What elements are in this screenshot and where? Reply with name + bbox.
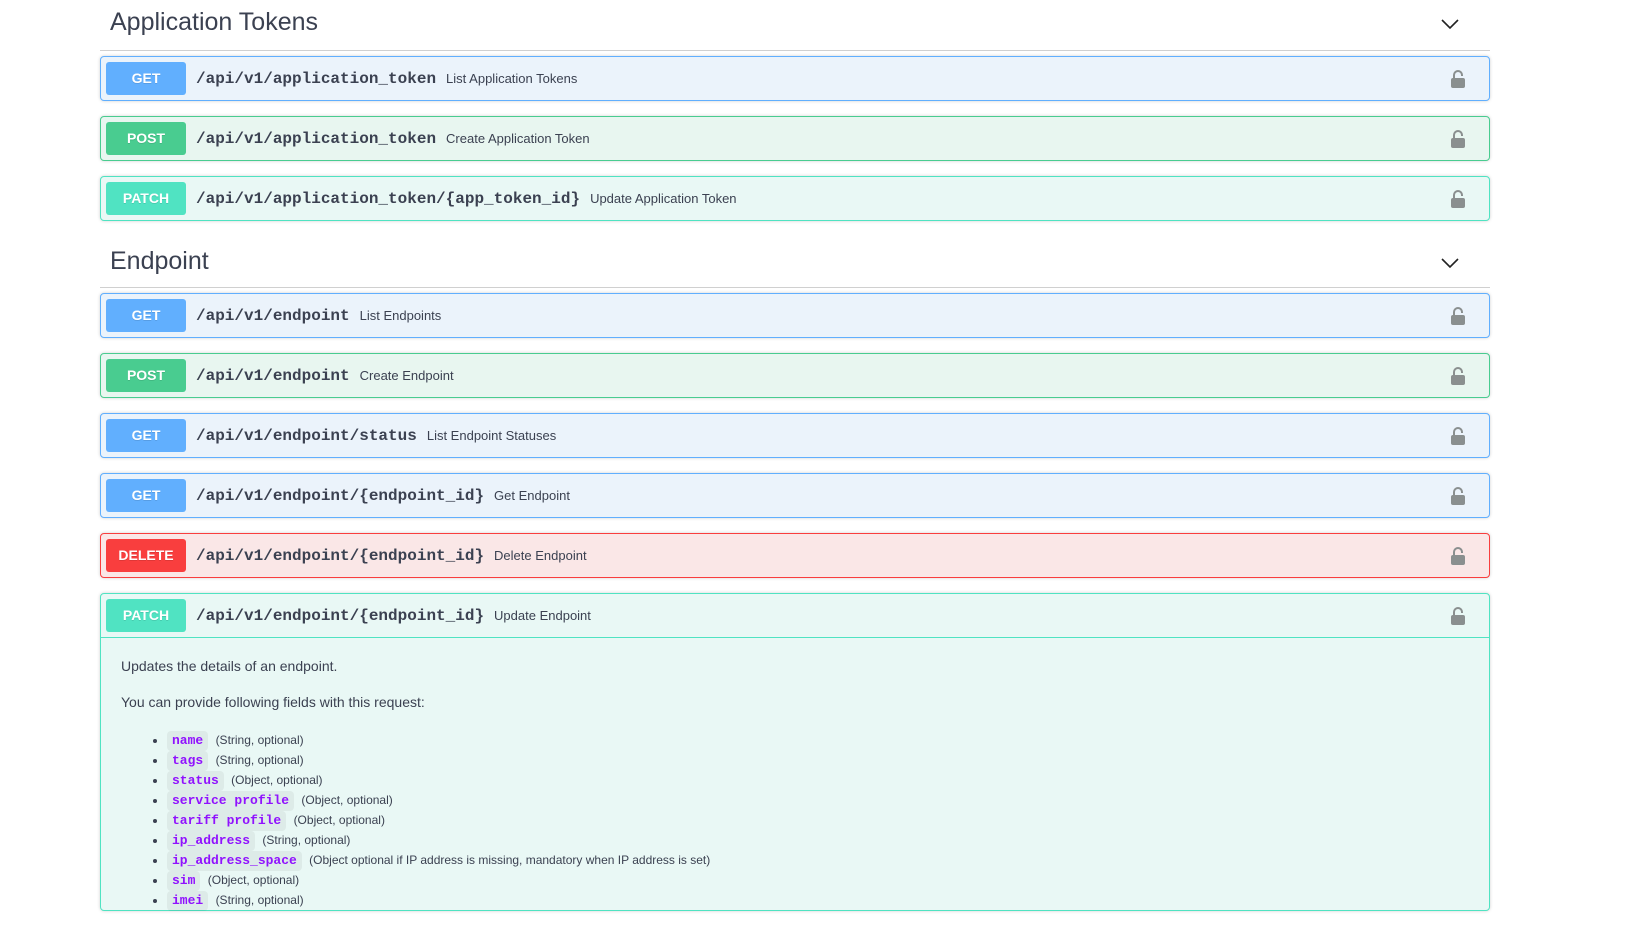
- operation-path: /api/v1/endpoint/status: [196, 426, 417, 445]
- operation-summary: Create Endpoint: [359, 368, 454, 383]
- operation-delete-endpoint: DELETE /api/v1/endpoint/{endpoint_id} De…: [100, 533, 1490, 578]
- operation-header[interactable]: GET /api/v1/endpoint/status List Endpoin…: [101, 414, 1489, 457]
- field-desc: (Object, optional): [293, 813, 385, 827]
- chevron-down-icon[interactable]: [1440, 17, 1460, 31]
- operation-path: /api/v1/endpoint: [196, 366, 350, 385]
- field-item: ip_address (String, optional): [167, 830, 1469, 851]
- section-title: Application Tokens: [110, 8, 319, 36]
- chevron-down-icon[interactable]: [1440, 256, 1460, 270]
- field-desc: (Object, optional): [231, 773, 323, 787]
- method-badge: POST: [106, 359, 186, 392]
- field-name: status: [167, 771, 224, 791]
- field-name: ip_address_space: [167, 851, 302, 871]
- field-name: sim: [167, 871, 201, 891]
- field-desc: (String, optional): [215, 733, 304, 747]
- method-badge: POST: [106, 122, 186, 155]
- section-title: Endpoint: [110, 247, 209, 275]
- field-item: tags (String, optional): [167, 750, 1469, 771]
- method-badge: PATCH: [106, 182, 186, 215]
- method-badge: GET: [106, 62, 186, 95]
- operation-patch-application-token: PATCH /api/v1/application_token/{app_tok…: [100, 176, 1490, 221]
- operation-description: Updates the details of an endpoint. You …: [101, 638, 1489, 911]
- operation-patch-endpoint: PATCH /api/v1/endpoint/{endpoint_id} Upd…: [100, 593, 1490, 911]
- operation-path: /api/v1/endpoint: [196, 306, 350, 325]
- field-desc: (Object, optional): [301, 793, 393, 807]
- field-item: ip_address_space (Object optional if IP …: [167, 850, 1469, 871]
- operation-summary: Delete Endpoint: [494, 548, 587, 563]
- section-application-tokens: Application Tokens GET /api/v1/applicati…: [100, 0, 1490, 221]
- operation-header[interactable]: DELETE /api/v1/endpoint/{endpoint_id} De…: [101, 534, 1489, 577]
- field-name: name: [167, 731, 209, 751]
- field-name: tariff profile: [167, 811, 287, 831]
- operation-path: /api/v1/application_token: [196, 69, 437, 88]
- method-badge: GET: [106, 299, 186, 332]
- operation-header[interactable]: POST /api/v1/endpoint Create Endpoint: [101, 354, 1489, 397]
- operation-post-application-token: POST /api/v1/application_token Create Ap…: [100, 116, 1490, 161]
- operation-get-application-token: GET /api/v1/application_token List Appli…: [100, 56, 1490, 101]
- operation-summary: List Endpoint Statuses: [426, 428, 557, 443]
- field-item: name (String, optional): [167, 730, 1469, 751]
- unlocked-padlock-icon[interactable]: [1451, 130, 1465, 148]
- operation-summary: Update Application Token: [590, 191, 737, 206]
- fields-intro: You can provide following fields with th…: [121, 694, 425, 710]
- field-item: sim (Object, optional): [167, 870, 1469, 891]
- operation-summary: Update Endpoint: [494, 608, 591, 623]
- operation-get-endpoints: GET /api/v1/endpoint List Endpoints: [100, 293, 1490, 338]
- description-text: Updates the details of an endpoint.: [121, 658, 338, 674]
- field-item: tariff profile (Object, optional): [167, 810, 1469, 831]
- unlocked-padlock-icon[interactable]: [1451, 427, 1465, 445]
- operation-get-endpoint-status: GET /api/v1/endpoint/status List Endpoin…: [100, 413, 1490, 458]
- operation-summary: Get Endpoint: [494, 488, 570, 503]
- unlocked-padlock-icon[interactable]: [1451, 190, 1465, 208]
- field-name: ip_address: [167, 831, 256, 851]
- operation-path: /api/v1/endpoint/{endpoint_id}: [196, 606, 485, 625]
- section-header-endpoint[interactable]: Endpoint: [100, 235, 1490, 288]
- fields-list: name (String, optional) tags (String, op…: [121, 730, 1469, 911]
- unlocked-padlock-icon[interactable]: [1451, 607, 1465, 625]
- operation-header[interactable]: GET /api/v1/endpoint List Endpoints: [101, 294, 1489, 337]
- field-item: status (Object, optional): [167, 770, 1469, 791]
- operation-get-endpoint: GET /api/v1/endpoint/{endpoint_id} Get E…: [100, 473, 1490, 518]
- field-desc: (String, optional): [262, 833, 351, 847]
- operation-path: /api/v1/endpoint/{endpoint_id}: [196, 486, 485, 505]
- method-badge: PATCH: [106, 599, 186, 632]
- unlocked-padlock-icon[interactable]: [1451, 547, 1465, 565]
- section-endpoint: Endpoint GET /api/v1/endpoint List Endpo…: [100, 235, 1490, 911]
- unlocked-padlock-icon[interactable]: [1451, 307, 1465, 325]
- section-header-application-tokens[interactable]: Application Tokens: [100, 0, 1490, 51]
- field-desc: (String, optional): [215, 753, 304, 767]
- field-desc: (Object optional if IP address is missin…: [309, 853, 711, 867]
- field-name: imei: [167, 891, 209, 911]
- method-badge: DELETE: [106, 539, 186, 572]
- field-desc: (Object, optional): [207, 873, 300, 887]
- operation-header[interactable]: GET /api/v1/application_token List Appli…: [101, 57, 1489, 100]
- operation-path: /api/v1/application_token/{app_token_id}: [196, 189, 581, 208]
- operation-path: /api/v1/endpoint/{endpoint_id}: [196, 546, 485, 565]
- operation-header[interactable]: PATCH /api/v1/endpoint/{endpoint_id} Upd…: [101, 594, 1489, 638]
- unlocked-padlock-icon[interactable]: [1451, 70, 1465, 88]
- operation-summary: List Application Tokens: [446, 71, 578, 86]
- method-badge: GET: [106, 479, 186, 512]
- field-name: service profile: [167, 791, 295, 811]
- operation-summary: List Endpoints: [359, 308, 442, 323]
- unlocked-padlock-icon[interactable]: [1451, 487, 1465, 505]
- method-badge: GET: [106, 419, 186, 452]
- field-desc: (String, optional): [215, 893, 304, 907]
- field-name: tags: [167, 751, 209, 771]
- operation-post-endpoint: POST /api/v1/endpoint Create Endpoint: [100, 353, 1490, 398]
- unlocked-padlock-icon[interactable]: [1451, 367, 1465, 385]
- field-item: imei (String, optional): [167, 890, 1469, 911]
- operation-header[interactable]: PATCH /api/v1/application_token/{app_tok…: [101, 177, 1489, 220]
- operation-path: /api/v1/application_token: [196, 129, 437, 148]
- field-item: service profile (Object, optional): [167, 790, 1469, 811]
- operation-header[interactable]: POST /api/v1/application_token Create Ap…: [101, 117, 1489, 160]
- operation-header[interactable]: GET /api/v1/endpoint/{endpoint_id} Get E…: [101, 474, 1489, 517]
- operation-summary: Create Application Token: [446, 131, 590, 146]
- api-docs: Application Tokens GET /api/v1/applicati…: [100, 0, 1490, 926]
